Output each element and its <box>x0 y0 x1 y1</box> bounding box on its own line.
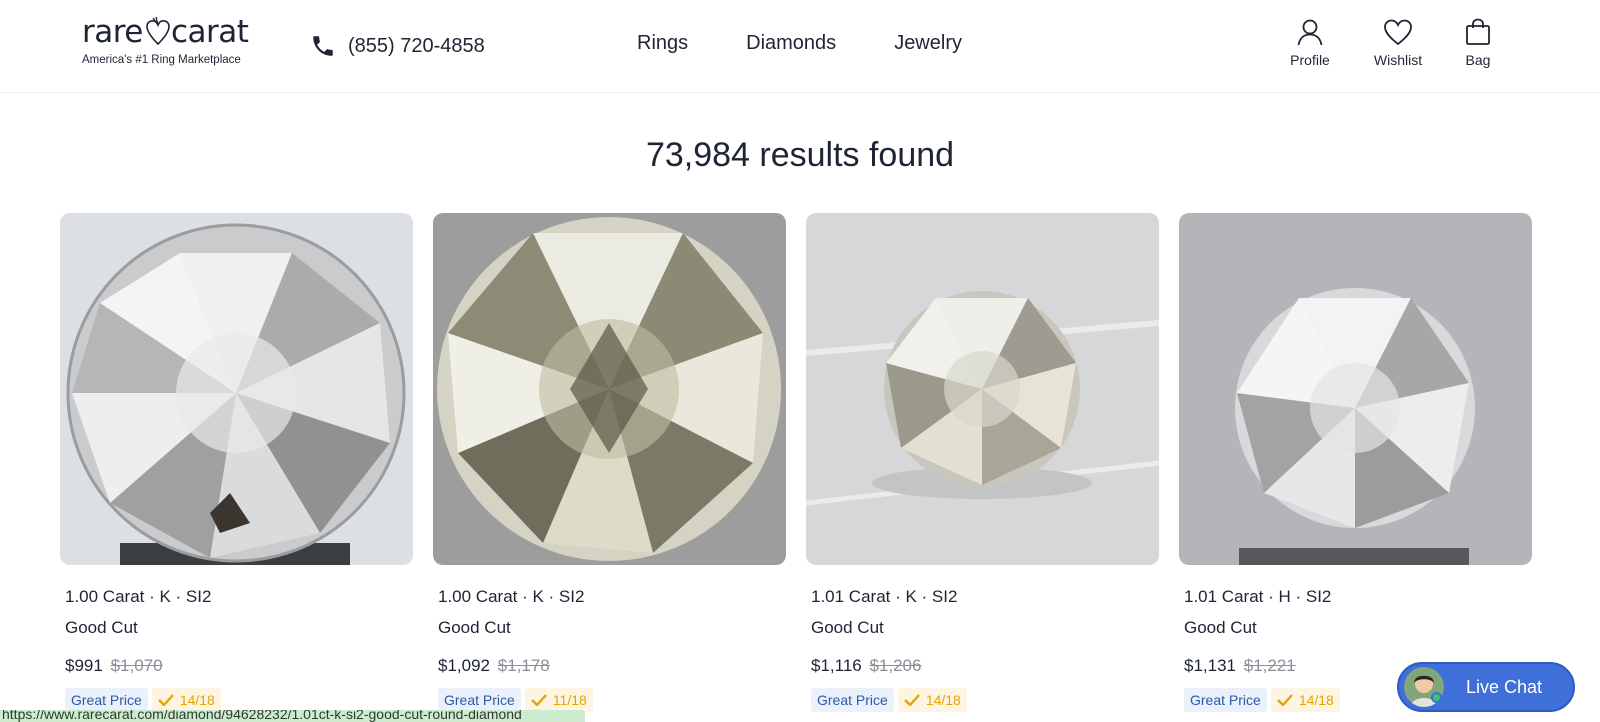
current-price: $1,131 <box>1184 656 1236 675</box>
product-card[interactable]: 1.01 Carat · K · SI2 Good Cut $1,116 $1,… <box>806 213 1159 712</box>
wishlist-label: Wishlist <box>1373 52 1423 68</box>
diamond-image[interactable] <box>806 213 1159 565</box>
product-cut: Good Cut <box>438 618 511 637</box>
link-status-bar: https://www.rarecarat.com/diamond/946282… <box>0 710 585 722</box>
product-card[interactable]: 1.00 Carat · K · SI2 Good Cut $1,092 $1,… <box>433 213 786 712</box>
product-title[interactable]: 1.00 Carat · K · SI2 <box>65 587 413 607</box>
rare-carat-logo[interactable]: rare carat America's #1 Ring Marketplace <box>80 14 255 70</box>
nav-rings[interactable]: Rings <box>637 32 688 55</box>
checkmark-icon <box>903 694 920 706</box>
great-price-badge: Great Price <box>65 688 148 712</box>
diamond-image[interactable] <box>60 213 413 565</box>
product-card[interactable]: 1.01 Carat · H · SI2 Good Cut $1,131 $1,… <box>1179 213 1532 712</box>
product-title[interactable]: 1.01 Carat · H · SI2 <box>1184 587 1532 607</box>
original-price: $1,221 <box>1243 656 1296 675</box>
profile-label: Profile <box>1290 52 1330 68</box>
product-card[interactable]: 1.00 Carat · K · SI2 Good Cut $991 $1,07… <box>60 213 413 712</box>
score-badge: 11/18 <box>524 688 593 712</box>
checkmark-icon <box>157 694 174 706</box>
logo-word-rare: rare <box>82 14 143 50</box>
score-value: 14/18 <box>925 692 961 708</box>
current-price: $1,092 <box>438 656 490 675</box>
badges: Great Price 11/18 <box>438 688 786 712</box>
current-price: $1,116 <box>811 656 862 675</box>
bag-label: Bag <box>1465 52 1491 68</box>
great-price-badge: Great Price <box>811 688 894 712</box>
heart-icon <box>1384 19 1412 46</box>
price-row: $1,092 $1,178 <box>438 656 786 676</box>
phone-contact[interactable]: (855) 720-4858 <box>310 33 485 59</box>
great-price-badge: Great Price <box>438 688 521 712</box>
score-badge: 14/18 <box>1270 688 1340 712</box>
original-price: $1,070 <box>110 656 163 675</box>
profile-button[interactable]: Profile <box>1270 18 1350 68</box>
great-price-badge: Great Price <box>1184 688 1267 712</box>
score-value: 14/18 <box>179 692 215 708</box>
badges: Great Price 14/18 <box>65 688 413 712</box>
original-price: $1,206 <box>869 656 922 675</box>
checkmark-icon <box>530 694 547 706</box>
shopping-bag-icon <box>1466 18 1490 45</box>
nav-diamonds[interactable]: Diamonds <box>746 32 836 55</box>
product-title[interactable]: 1.00 Carat · K · SI2 <box>438 587 786 607</box>
nav-jewelry[interactable]: Jewelry <box>894 32 962 55</box>
results-count-heading: 73,984 results found <box>645 136 955 174</box>
original-price: $1,178 <box>497 656 550 675</box>
price-row: $991 $1,070 <box>65 656 413 676</box>
live-chat-label: Live Chat <box>1466 676 1543 697</box>
score-badge: 14/18 <box>897 688 967 712</box>
diamond-image[interactable] <box>1179 213 1532 565</box>
status-url: https://www.rarecarat.com/diamond/946282… <box>2 710 522 722</box>
checkmark-icon <box>1276 694 1293 706</box>
wishlist-button[interactable]: Wishlist <box>1358 18 1438 68</box>
badges: Great Price 14/18 <box>811 688 1159 712</box>
price-row: $1,116 $1,206 <box>811 656 1159 676</box>
person-icon <box>1297 19 1323 46</box>
current-price: $991 <box>65 656 103 675</box>
product-cut: Good Cut <box>811 618 884 637</box>
score-badge: 14/18 <box>151 688 221 712</box>
score-value: 14/18 <box>1298 692 1334 708</box>
site-header: rare carat America's #1 Ring Marketplace… <box>0 0 1600 93</box>
logo-tagline: America's #1 Ring Marketplace <box>82 54 241 66</box>
product-cut: Good Cut <box>65 618 138 637</box>
main-nav: Rings Diamonds Jewelry <box>637 32 962 55</box>
header-utilities: Profile Wishlist Bag <box>1270 18 1510 68</box>
phone-icon <box>313 36 333 56</box>
product-cut: Good Cut <box>1184 618 1257 637</box>
live-chat-button[interactable]: Live Chat <box>1397 662 1575 712</box>
diamond-image[interactable] <box>433 213 786 565</box>
score-value: 11/18 <box>552 692 587 708</box>
online-status-dot <box>1431 692 1442 703</box>
product-title[interactable]: 1.01 Carat · K · SI2 <box>811 587 1159 607</box>
phone-number: (855) 720-4858 <box>348 34 485 57</box>
logo-word-carat: carat <box>171 14 249 50</box>
bag-button[interactable]: Bag <box>1446 18 1510 68</box>
diamond-heart-icon <box>146 16 170 46</box>
